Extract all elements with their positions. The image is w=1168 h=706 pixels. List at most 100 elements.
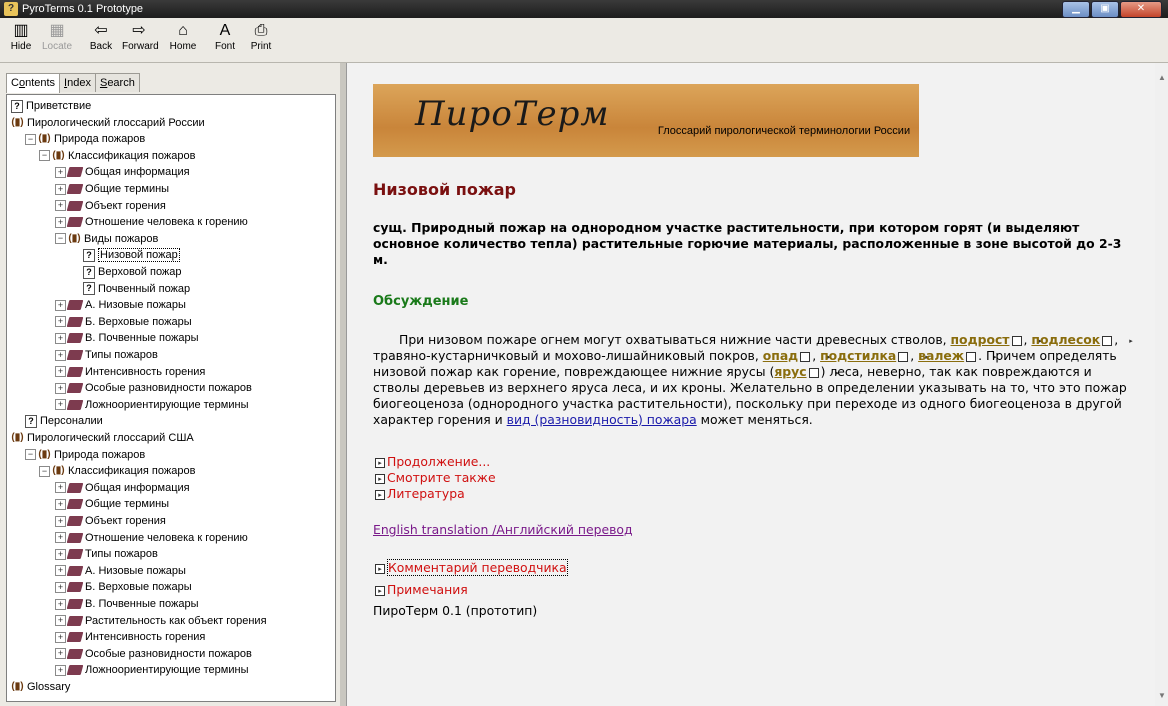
content-scrollbar[interactable]: ▲ ▼ [1155,63,1168,706]
tree-item[interactable]: − (▮) Природа пожаров [25,447,145,463]
expander-notes[interactable]: ▸ Примечания [373,582,468,597]
tab-index[interactable]: Index [59,73,96,92]
term-link-podlesok[interactable]: подлесок [1031,332,1100,347]
tree-item[interactable]: ? Низовой пожар [83,247,180,263]
expand-plus-icon[interactable]: + [55,332,66,344]
tree-item[interactable]: + Б. Верховые пожары [55,579,192,595]
expand-icon[interactable]: ▸ [1102,336,1133,346]
tab-contents[interactable]: Contents [6,73,61,93]
tree-item[interactable]: ? Почвенный пожар [83,281,190,297]
expand-icon[interactable]: ▸ [808,368,839,378]
expand-plus-icon[interactable]: + [55,349,66,361]
tree-item[interactable]: + Объект горения [55,198,166,214]
expand-plus-icon[interactable]: + [55,299,66,311]
expander-see-also[interactable]: ▸ Смотрите также [373,470,496,485]
minimize-button[interactable]: ▁ [1062,1,1090,18]
expand-plus-icon[interactable]: + [55,366,66,378]
tree-item[interactable]: ? Приветствие [11,98,91,114]
tab-search[interactable]: Search [94,73,140,92]
tree-item[interactable]: (▮) Пирологический глоссарий США [11,430,193,446]
expand-icon[interactable]: ▸ [898,352,929,362]
collapse-minus-icon[interactable]: − [25,133,36,145]
contents-tree[interactable]: ? Приветствие (▮) Пирологический глоссарий … [6,94,336,702]
tree-item[interactable]: − (▮) Природа пожаров [25,131,145,147]
tree-item[interactable]: + А. Низовые пожары [55,563,186,579]
forward-button[interactable]: ⇨ Forward [122,21,159,59]
scroll-up-icon[interactable]: ▲ [1158,73,1166,82]
tree-item[interactable]: + Общая информация [55,480,190,496]
expand-plus-icon[interactable]: + [55,183,66,195]
expand-plus-icon[interactable]: + [55,316,66,328]
expand-plus-icon[interactable]: + [55,166,66,178]
tree-item[interactable]: + Общие термины [55,496,169,512]
expander-continue[interactable]: ▸ Продолжение... [373,454,490,469]
home-button[interactable]: ⌂ Home [166,21,200,59]
locate-button[interactable]: ▦ Locate [40,21,74,59]
expander-translator-comment[interactable]: ▸ Комментарий переводчика [373,559,568,576]
expand-plus-icon[interactable]: + [55,565,66,577]
tree-item[interactable]: + Б. Верховые пожары [55,314,192,330]
tree-item[interactable]: − (▮) Виды пожаров [55,231,158,247]
collapse-minus-icon[interactable]: − [55,233,66,245]
tree-item[interactable]: + Типы пожаров [55,347,158,363]
expand-plus-icon[interactable]: + [55,399,66,411]
tree-item[interactable]: + Интенсивность горения [55,629,205,645]
expand-plus-icon[interactable]: + [55,598,66,610]
expand-plus-icon[interactable]: + [55,382,66,394]
term-link-yarus[interactable]: ярус [774,364,806,379]
tree-item[interactable]: + Типы пожаров [55,546,158,562]
tree-item[interactable]: − (▮) Классификация пожаров [39,148,195,164]
expand-plus-icon[interactable]: + [55,581,66,593]
tree-item[interactable]: + Интенсивность горения [55,364,205,380]
tree-item[interactable]: + Особые разновидности пожаров [55,380,252,396]
tree-item[interactable]: + Ложноориентирующие термины [55,662,248,678]
expand-icon[interactable]: ▸ [800,352,831,362]
collapse-minus-icon[interactable]: − [39,150,50,162]
scroll-down-icon[interactable]: ▼ [1158,691,1166,700]
tree-item[interactable]: + Растительность как объект горения [55,613,267,629]
term-link-podrost[interactable]: подрост [951,332,1010,347]
expander-literature[interactable]: ▸ Литература [373,486,465,501]
tree-item[interactable]: + Отношение человека к горению [55,214,248,230]
tree-item[interactable]: (▮) Glossary [11,679,70,695]
tree-item[interactable]: + Объект горения [55,513,166,529]
font-button[interactable]: A Font [208,21,242,59]
expand-icon[interactable]: ▸ [1011,336,1042,346]
expand-plus-icon[interactable]: + [55,216,66,228]
tree-item[interactable]: + Ложноориентирующие термины [55,397,248,413]
print-button[interactable]: ⎙ Print [244,21,278,59]
tree-item[interactable]: + В. Почвенные пожары [55,330,198,346]
expand-plus-icon[interactable]: + [55,615,66,627]
tree-item[interactable]: + Общая информация [55,164,190,180]
tree-item[interactable]: ? Персоналии [25,413,103,429]
expand-plus-icon[interactable]: + [55,498,66,510]
tree-item[interactable]: + Особые разновидности пожаров [55,646,252,662]
hide-button[interactable]: ▥ Hide [4,21,38,59]
expand-plus-icon[interactable]: + [55,548,66,560]
term-link-valezh[interactable]: валеж [918,348,964,363]
tree-item[interactable]: + Отношение человека к горению [55,530,248,546]
tree-item[interactable]: − (▮) Классификация пожаров [39,463,195,479]
expand-plus-icon[interactable]: + [55,664,66,676]
tree-item[interactable]: + Общие термины [55,181,169,197]
link-fire-type[interactable]: вид (разновидность) пожара [507,412,697,427]
term-link-podstilka[interactable]: подстилка [820,348,896,363]
expand-plus-icon[interactable]: + [55,648,66,660]
expand-plus-icon[interactable]: + [55,532,66,544]
collapse-minus-icon[interactable]: − [25,449,36,461]
maximize-button[interactable]: ▣ [1091,1,1119,18]
english-translation-link[interactable]: English translation /Английский перевод [373,522,633,537]
expand-plus-icon[interactable]: + [55,515,66,527]
tree-item[interactable]: ? Верховой пожар [83,264,182,280]
expand-plus-icon[interactable]: + [55,631,66,643]
close-button[interactable]: ✕ [1120,1,1162,18]
expand-icon[interactable]: ▸ [966,352,997,362]
collapse-minus-icon[interactable]: − [39,465,50,477]
expand-plus-icon[interactable]: + [55,482,66,494]
term-link-opad[interactable]: опад [763,348,798,363]
expand-plus-icon[interactable]: + [55,200,66,212]
tree-item[interactable]: + А. Низовые пожары [55,297,186,313]
tree-item[interactable]: + В. Почвенные пожары [55,596,198,612]
tree-item[interactable]: (▮) Пирологический глоссарий России [11,115,204,131]
back-button[interactable]: ⇦ Back [84,21,118,59]
